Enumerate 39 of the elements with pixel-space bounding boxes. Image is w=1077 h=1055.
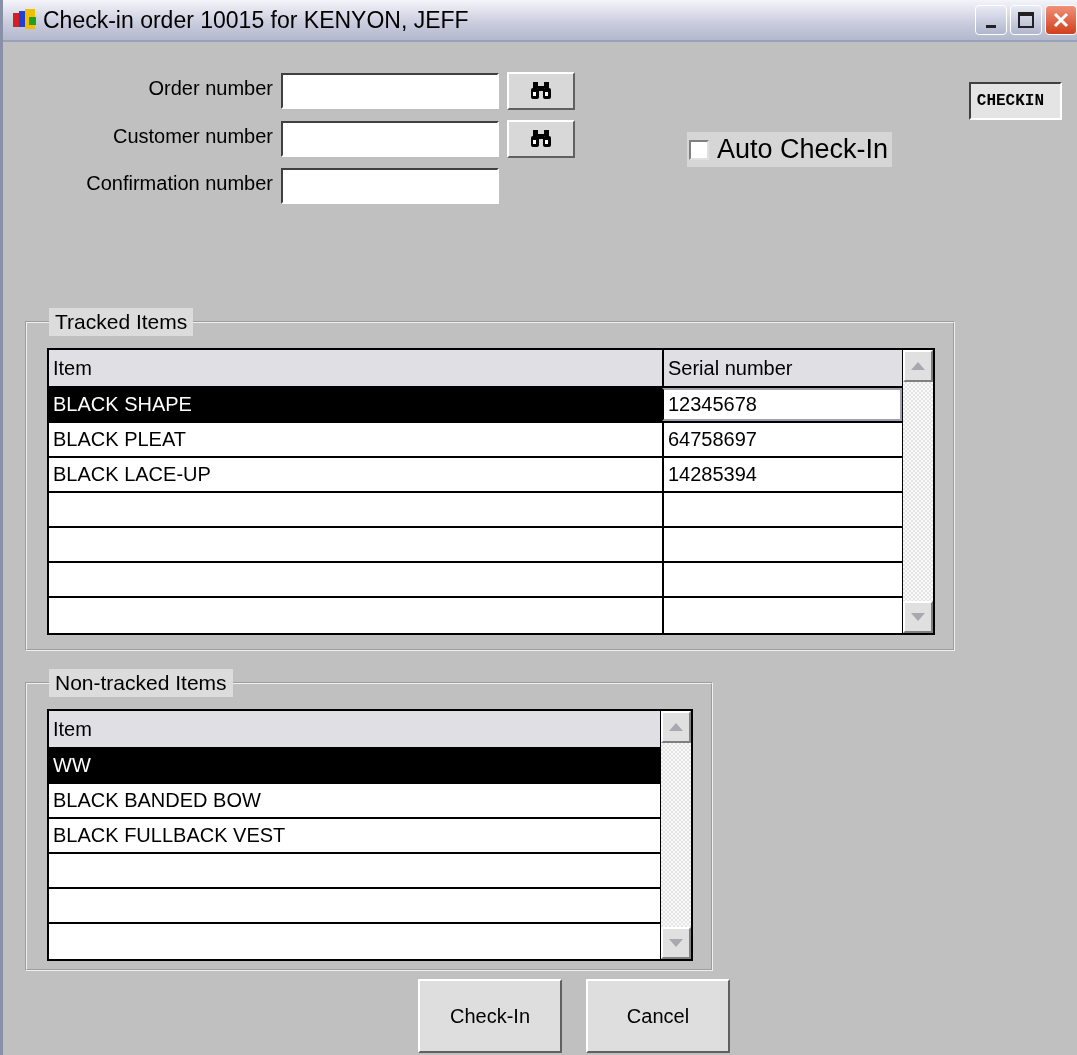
mode-indicator: CHECKIN: [968, 82, 1062, 120]
maximize-button[interactable]: [1010, 5, 1042, 35]
scroll-down-icon: [669, 939, 683, 947]
group-title: Non-tracked Items: [49, 669, 233, 697]
app-icon: [13, 9, 37, 31]
lookup-button[interactable]: [507, 120, 575, 158]
scroll-down-icon: [911, 613, 925, 621]
close-button[interactable]: [1045, 5, 1077, 35]
scrollbar[interactable]: [660, 711, 691, 959]
table-cell[interactable]: BLACK SHAPE: [49, 388, 662, 421]
table-cell[interactable]: BLACK FULLBACK VEST: [49, 819, 660, 852]
binoculars-icon: [530, 130, 552, 148]
input-field[interactable]: [281, 73, 499, 109]
field-label: Order number: [148, 76, 273, 100]
window-title: Check-in order 10015 for KENYON, JEFF: [43, 6, 470, 34]
dialog-button[interactable]: Cancel: [586, 979, 730, 1053]
group-title: Tracked Items: [49, 308, 194, 336]
maximize-icon: [1018, 12, 1034, 28]
table-cell[interactable]: BLACK LACE-UP: [49, 458, 662, 491]
field-label: Customer number: [112, 124, 273, 148]
scroll-up-icon: [669, 723, 683, 731]
table-cell[interactable]: WW: [49, 749, 660, 782]
column-header[interactable]: Item: [49, 711, 660, 747]
input-field[interactable]: [281, 168, 499, 204]
scroll-up-icon: [911, 362, 925, 370]
binoculars-icon: [530, 82, 552, 100]
minimize-button[interactable]: [975, 5, 1007, 35]
input-field[interactable]: [281, 121, 499, 157]
table-cell[interactable]: BLACK PLEAT: [49, 423, 662, 456]
close-icon: [1053, 12, 1069, 28]
minimize-icon: [986, 24, 996, 28]
field-label: Confirmation number: [86, 171, 273, 195]
column-header[interactable]: Item: [49, 350, 662, 386]
dialog-button[interactable]: Check-In: [418, 979, 562, 1053]
scrollbar[interactable]: [902, 350, 933, 633]
auto-checkin-checkbox[interactable]: Auto Check-In: [687, 132, 893, 167]
table-cell[interactable]: 12345678: [662, 388, 902, 421]
table-cell[interactable]: BLACK BANDED BOW: [49, 784, 660, 817]
lookup-button[interactable]: [507, 72, 575, 110]
